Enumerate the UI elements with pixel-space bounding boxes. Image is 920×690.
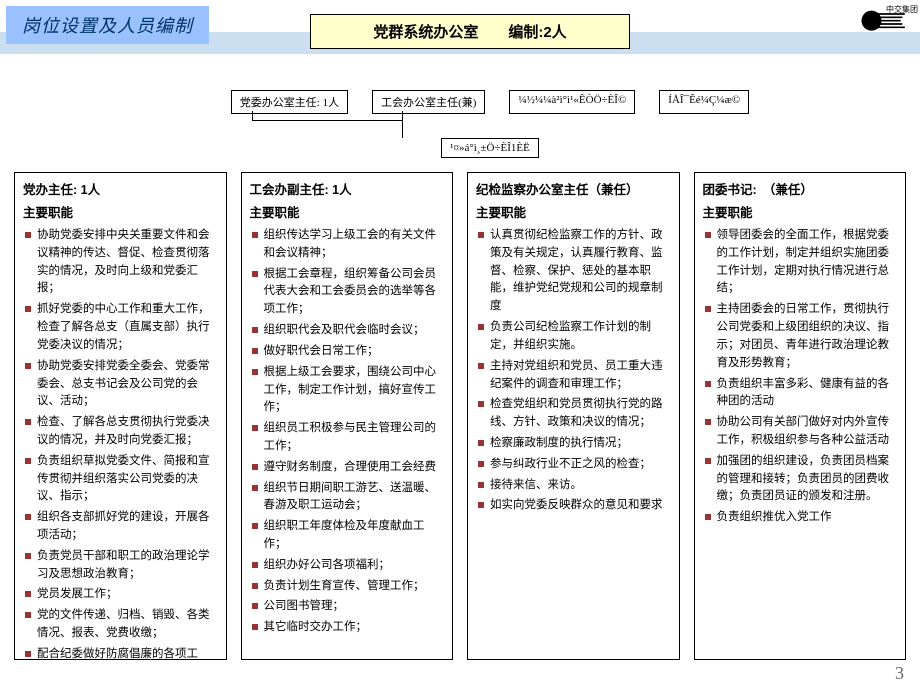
list-item: 主持对党组织和党员、员工重大违纪案件的调查和审理工作； [478, 358, 671, 394]
list-item: 公司图书管理； [252, 598, 445, 616]
logo-text: 中交集团 [886, 4, 918, 15]
column-3: 团委书记: （兼任） 主要职能领导团委会的全面工作，根据党委的工作计划，制定并组织… [694, 172, 907, 660]
list-item: 组织各支部抓好党的建设，开展各项活动； [25, 509, 218, 545]
column-subtitle: 主要职能 [23, 202, 218, 221]
org-box-sub: ¹¤»á°ì¸±Ö÷ÈÎ1ÈË [441, 138, 539, 158]
column-1: 工会办副主任: 1人主要职能组织传达学习上级工会的有关文件和会议精神；根据工会章… [241, 172, 454, 660]
column-subtitle: 主要职能 [250, 202, 445, 221]
list-item: 组织传达学习上级工会的有关文件和会议精神； [252, 227, 445, 263]
list-item: 党的文件传递、归档、销毁、各类情况、报表、党费收缴； [25, 607, 218, 643]
list-item: 检察廉政制度的执行情况； [478, 435, 671, 453]
list-item: 协助公司有关部门做好对内外宣传工作，积极组织参与各种公益活动 [705, 414, 898, 450]
list-item: 主持团委会的日常工作，贯彻执行公司党委和上级团组织的决议、指示；对团员、青年进行… [705, 301, 898, 372]
org-box-3: ÍÅÎ¯Êé¼Ç¼æ© [659, 90, 749, 114]
list-item: 抓好党委的中心工作和重大工作，检查了解各总支（直属支部）执行党委决议的情况； [25, 301, 218, 354]
list-item: 负责公司纪检监察工作计划的制定，并组织实施。 [478, 319, 671, 355]
list-item: 接待来信、来访。 [478, 477, 671, 495]
list-item: 检查、了解各总支贯彻执行党委决议的情况，并及时向党委汇报； [25, 414, 218, 450]
list-item: 负责组织丰富多彩、健康有益的各种团的活动 [705, 376, 898, 412]
list-item: 负责组织推优入党工作 [705, 509, 898, 527]
column-subtitle: 主要职能 [703, 202, 898, 221]
duties-list: 组织传达学习上级工会的有关文件和会议精神；根据工会章程，组织筹备公司会员代表大会… [250, 227, 445, 637]
column-subtitle: 主要职能 [476, 202, 671, 221]
list-item: 配合纪委做好防腐倡廉的各项工作； [25, 646, 218, 660]
list-item: 做好职代会日常工作； [252, 343, 445, 361]
list-item: 遵守财务制度，合理使用工会经费 [252, 459, 445, 477]
list-item: 党员发展工作； [25, 586, 218, 604]
list-item: 协助党委安排党委全委会、党委常委会、总支书记会及公司党的会议、活动； [25, 358, 218, 411]
list-item: 领导团委会的全面工作，根据党委的工作计划，制定并组织实施团委工作计划，定期对执行… [705, 227, 898, 298]
list-item: 组织职工年度体检及年度献血工作； [252, 518, 445, 554]
column-title: 工会办副主任: 1人 [250, 179, 445, 198]
column-title: 党办主任: 1人 [23, 179, 218, 198]
list-item: 加强团的组织建设，负责团员档案的管理和接转；负责团员的团费收缴；负责团员证的颁发… [705, 453, 898, 506]
column-2: 纪检监察办公室主任（兼任） 主要职能认真贯彻纪检监察工作的方针、政策及有关规定，认… [467, 172, 680, 660]
list-item: 负责党员干部和职工的政治理论学习及思想政治教育； [25, 548, 218, 584]
page-title: 岗位设置及人员编制 [6, 6, 209, 44]
list-item: 组织节日期间职工游艺、送温暖、春游及职工运动会； [252, 480, 445, 516]
list-item: 协助党委安排中央关重要文件和会议精神的传达、督促、检查贯彻落实的情况，及时向上级… [25, 227, 218, 298]
org-box-0: 党委办公室主任: 1人 [231, 90, 348, 114]
list-item: 根据工会章程，组织筹备公司会员代表大会和工会委员会的选举等各项工作； [252, 266, 445, 319]
column-title: 团委书记: （兼任） [703, 179, 898, 198]
column-title: 纪检监察办公室主任（兼任） [476, 179, 671, 198]
duties-list: 协助党委安排中央关重要文件和会议精神的传达、督促、检查贯彻落实的情况，及时向上级… [23, 227, 218, 660]
list-item: 负责组织草拟党委文件、简报和宣传贯彻并组织落实公司党委的决议、指示； [25, 453, 218, 506]
list-item: 根据上级工会要求，围绕公司中心工作，制定工作计划，搞好宣传工作； [252, 364, 445, 417]
list-item: 参与纠政行业不正之风的检查； [478, 456, 671, 474]
org-box-1: 工会办公室主任(兼) [372, 90, 485, 114]
column-0: 党办主任: 1人主要职能协助党委安排中央关重要文件和会议精神的传达、督促、检查贯… [14, 172, 227, 660]
list-item: 如实向党委反映群众的意见和要求 [478, 497, 671, 515]
list-item: 检查党组织和党员贯彻执行党的路线、方针、政策和决议的情况； [478, 396, 671, 432]
list-item: 负责计划生育宣传、管理工作； [252, 578, 445, 596]
list-item: 组织员工积极参与民主管理公司的工作； [252, 420, 445, 456]
org-chart: 党委办公室主任: 1人工会办公室主任(兼) ¼½¼¼à²ì°ì¹«ÊÒÖ÷ÈÎ© Í… [170, 90, 810, 165]
org-box-2: ¼½¼¼à²ì°ì¹«ÊÒÖ÷ÈÎ© [509, 90, 635, 114]
duties-list: 认真贯彻纪检监察工作的方针、政策及有关规定，认真履行教育、监督、检察、保护、惩处… [476, 227, 671, 515]
list-item: 认真贯彻纪检监察工作的方针、政策及有关规定，认真履行教育、监督、检察、保护、惩处… [478, 227, 671, 316]
list-item: 组织办好公司各项福利； [252, 557, 445, 575]
list-item: 其它临时交办工作； [252, 619, 445, 637]
subtitle-box: 党群系统办公室 编制:2人 [310, 14, 630, 49]
page-number: 3 [895, 663, 904, 684]
list-item: 组织职代会及职代会临时会议； [252, 322, 445, 340]
columns-container: 党办主任: 1人主要职能协助党委安排中央关重要文件和会议精神的传达、督促、检查贯… [14, 172, 906, 660]
duties-list: 领导团委会的全面工作，根据党委的工作计划，制定并组织实施团委工作计划，定期对执行… [703, 227, 898, 527]
